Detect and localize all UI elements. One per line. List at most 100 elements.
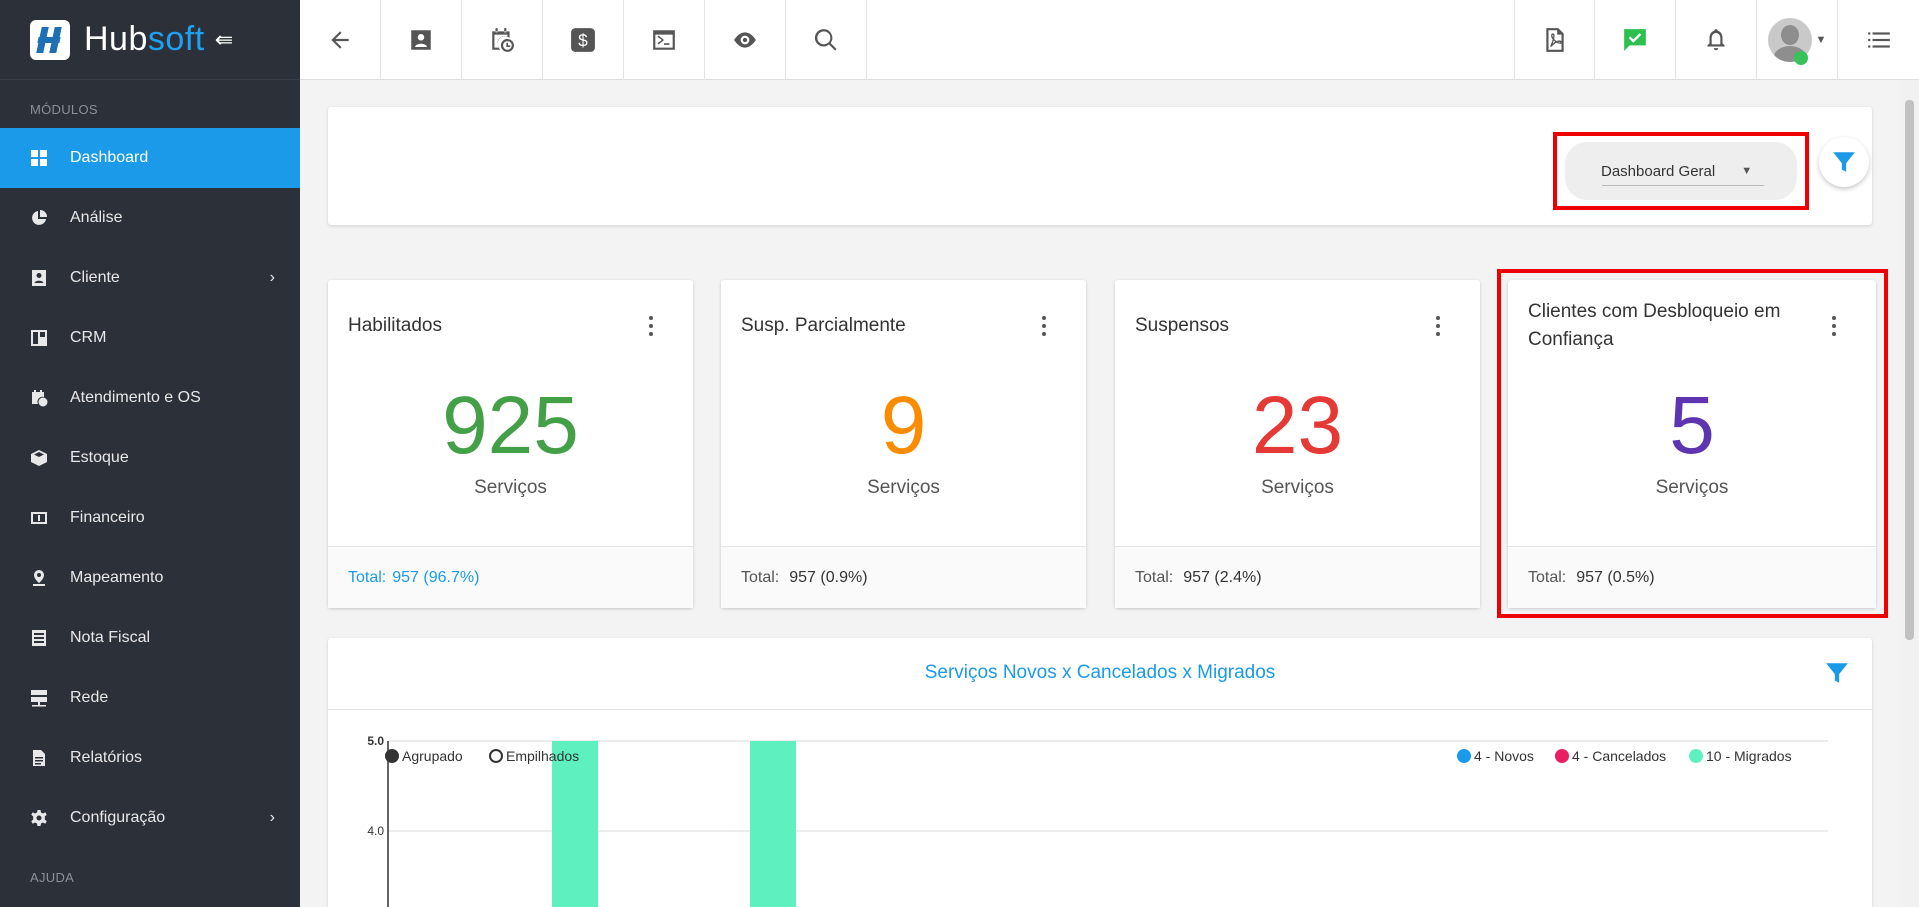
- dropdown-caret-icon: ▼: [1741, 165, 1753, 177]
- stat-value: 23: [1251, 380, 1344, 471]
- mode-radio-label: Agrupado: [402, 748, 463, 764]
- contact-card-icon: [30, 269, 48, 287]
- sidebar-item-label: Relatórios: [70, 749, 143, 766]
- sidebar-item-nota-fiscal[interactable]: Nota Fiscal: [0, 608, 300, 668]
- chart-filter-button[interactable]: [1824, 660, 1850, 691]
- sidebar-item-relatorios[interactable]: Relatórios: [0, 728, 300, 788]
- money-icon: [30, 509, 48, 527]
- sidebar-item-label: Rede: [70, 689, 109, 706]
- more-vert-icon[interactable]: [1042, 316, 1046, 340]
- stat-unit: Serviços: [867, 477, 940, 498]
- sidebar-item-mapeamento[interactable]: Mapeamento: [0, 548, 300, 608]
- dashboard-select-highlight: Dashboard Geral ▼: [1553, 132, 1809, 210]
- stat-card-highlight: [1497, 269, 1888, 618]
- legend-label[interactable]: 10 - Migrados: [1706, 748, 1792, 764]
- notifications-button[interactable]: [1676, 0, 1757, 80]
- clients-shortcut-button[interactable]: [381, 0, 462, 80]
- finance-shortcut-button[interactable]: $: [543, 0, 624, 80]
- pdf-icon: [1545, 28, 1564, 52]
- svg-text:$: $: [578, 31, 588, 51]
- services-bar-chart: 5.0 4.0 Agrupado Empilhados 4 - Novos 4 - C…: [367, 734, 1828, 907]
- chart-card-servicos: Serviços Novos x Cancelados x Migrados 5…: [328, 638, 1872, 907]
- box-icon: [30, 449, 48, 467]
- chevron-right-icon: ›: [269, 809, 275, 826]
- bar[interactable]: [750, 741, 796, 907]
- chevron-right-icon: ›: [269, 269, 275, 286]
- schedule-shortcut-button[interactable]: [462, 0, 543, 80]
- stat-value: 925: [442, 380, 579, 471]
- sidebar-item-crm[interactable]: CRM: [0, 308, 300, 368]
- dollar-icon: $: [571, 28, 595, 52]
- mode-radio-empilhados[interactable]: [489, 749, 503, 763]
- dashboard-filter-card: Dashboard Geral ▼: [328, 107, 1872, 225]
- search-icon: [814, 29, 837, 51]
- legend-swatch: [1689, 749, 1703, 763]
- terminal-shortcut-button[interactable]: [624, 0, 705, 80]
- scrollbar-thumb[interactable]: [1905, 100, 1914, 640]
- back-arrow-icon: [331, 31, 349, 49]
- brand-name: Hubsoft: [84, 20, 205, 59]
- stat-value: 9: [880, 380, 927, 471]
- sidebar-item-estoque[interactable]: Estoque: [0, 428, 300, 488]
- hubsoft-logo-icon: [30, 19, 70, 60]
- stat-card-susp-parcialmente: Susp. Parcialmente 9 Serviços Total: 957…: [721, 280, 1086, 608]
- mode-radio-agrupado[interactable]: [385, 749, 399, 763]
- map-pin-icon: [30, 569, 48, 587]
- mode-radio-label: Empilhados: [506, 748, 579, 764]
- document-icon: [30, 749, 48, 767]
- main-menu-button[interactable]: [1838, 0, 1919, 80]
- filter-icon: [1833, 152, 1855, 172]
- calendar-clock-icon: [30, 389, 48, 407]
- sidebar-item-cliente[interactable]: Cliente ›: [0, 248, 300, 308]
- sidebar-item-label: CRM: [70, 329, 107, 346]
- top-toolbar: $ ▼: [300, 0, 1919, 80]
- stat-title: Suspensos: [1135, 315, 1230, 336]
- page-scrollbar[interactable]: [1900, 80, 1919, 907]
- sidebar-item-label: Análise: [70, 209, 123, 226]
- stat-unit: Serviços: [1261, 477, 1334, 498]
- server-icon: [30, 689, 48, 707]
- pdf-button[interactable]: [1514, 0, 1595, 80]
- online-status-icon: [1793, 51, 1808, 65]
- chart-legend: 4 - Novos 4 - Cancelados 10 - Migrados: [1457, 748, 1792, 764]
- chart-header: Serviços Novos x Cancelados x Migrados: [328, 638, 1872, 710]
- stat-card-suspensos: Suspensos 23 Serviços Total: 957 (2.4%): [1115, 280, 1480, 608]
- back-button[interactable]: [300, 0, 381, 80]
- more-vert-icon[interactable]: [1436, 316, 1440, 340]
- filter-button[interactable]: [1819, 137, 1869, 187]
- sidebar-item-rede[interactable]: Rede: [0, 668, 300, 728]
- sidebar-item-label: Configuração: [70, 809, 166, 826]
- dashboard-select-value: Dashboard Geral: [1601, 162, 1716, 180]
- bar[interactable]: [552, 741, 598, 907]
- sidebar-item-atendimento[interactable]: Atendimento e OS: [0, 368, 300, 428]
- dashboard-select[interactable]: Dashboard Geral ▼: [1565, 142, 1797, 200]
- sidebar-item-analise[interactable]: Análise: [0, 188, 300, 248]
- y-tick-label: 5.0: [367, 734, 384, 748]
- sidebar-item-label: Estoque: [70, 449, 129, 466]
- sidebar-item-label: Dashboard: [70, 149, 149, 166]
- sidebar-item-financeiro[interactable]: Financeiro: [0, 488, 300, 548]
- stat-total-label: Total:: [1135, 568, 1174, 586]
- more-vert-icon[interactable]: [649, 316, 653, 340]
- stat-total[interactable]: Total: 957 (96.7%): [328, 546, 693, 608]
- section-title-modules: MÓDULOS: [30, 102, 98, 117]
- brand-name-part-2: soft: [147, 20, 205, 58]
- stat-card-habilitados: Habilitados 925 Serviços Total: 957 (96.…: [328, 280, 693, 608]
- view-shortcut-button[interactable]: [705, 0, 786, 80]
- messages-button[interactable]: [1595, 0, 1676, 80]
- collapse-sidebar-icon[interactable]: ⇚: [215, 27, 233, 53]
- sidebar-item-dashboard[interactable]: Dashboard: [0, 128, 300, 188]
- chevron-down-icon: ▼: [1815, 34, 1827, 46]
- toolbar-right-group: ▼: [1514, 0, 1919, 80]
- user-menu[interactable]: ▼: [1757, 0, 1838, 80]
- legend-label[interactable]: 4 - Cancelados: [1572, 748, 1666, 764]
- section-title-help: AJUDA: [30, 870, 75, 885]
- sidebar-item-label: Cliente: [70, 269, 120, 286]
- stat-title: Habilitados: [348, 315, 442, 336]
- sidebar-item-configuracao[interactable]: Configuração ›: [0, 788, 300, 848]
- legend-label[interactable]: 4 - Novos: [1474, 748, 1534, 764]
- stat-total-label: Total:: [348, 568, 387, 586]
- search-button[interactable]: [786, 0, 867, 80]
- chart-mode-controls: Agrupado Empilhados: [385, 748, 579, 764]
- stat-unit: Serviços: [474, 477, 547, 498]
